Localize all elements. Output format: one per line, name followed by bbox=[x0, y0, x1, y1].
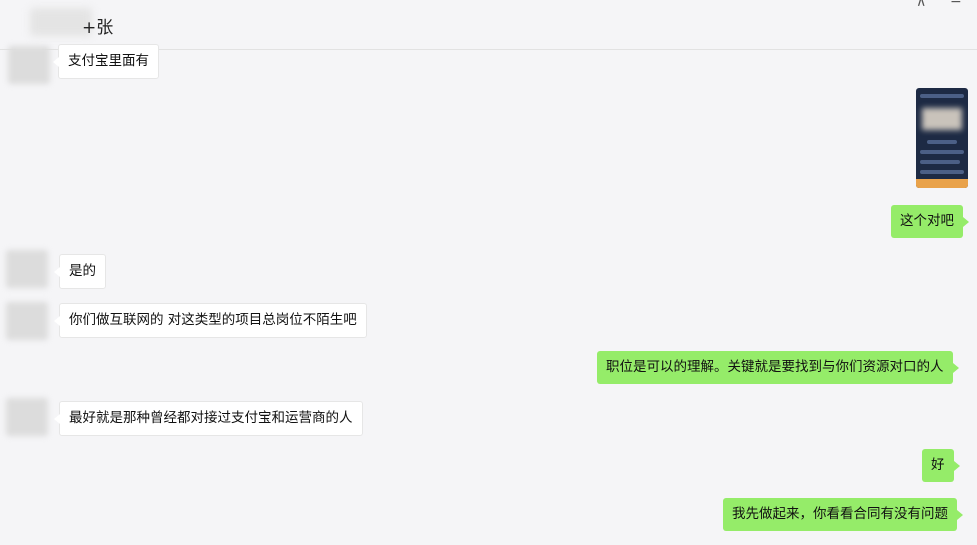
chat-title: +张 bbox=[82, 18, 114, 38]
message-bubble-outgoing: 职位是可以的理解。关键就是要找到与你们资源对口的人 bbox=[597, 351, 958, 384]
avatar[interactable] bbox=[6, 250, 48, 288]
avatar[interactable] bbox=[6, 302, 48, 340]
message-bubble-incoming: 最好就是那种曾经都对接过支付宝和运营商的人 bbox=[54, 401, 363, 436]
message-bubble-outgoing: 我先做起来，你看看合同有没有问题 bbox=[723, 498, 963, 531]
image-message-thumbnail[interactable] bbox=[916, 88, 968, 188]
message-bubble-outgoing: 这个对吧 bbox=[891, 205, 969, 238]
message-bubble-incoming: 支付宝里面有 bbox=[53, 44, 159, 79]
minimize-icon[interactable]: − bbox=[950, 0, 962, 10]
chat-header: +张 ⊼ − bbox=[0, 0, 977, 50]
message-bubble-incoming: 是的 bbox=[54, 254, 106, 289]
avatar[interactable] bbox=[8, 46, 50, 84]
message-bubble-outgoing: 好 bbox=[922, 449, 959, 482]
avatar[interactable] bbox=[6, 398, 48, 436]
pin-icon[interactable]: ⊼ bbox=[916, 0, 926, 10]
message-bubble-incoming: 你们做互联网的 对这类型的项目总岗位不陌生吧 bbox=[54, 303, 367, 338]
